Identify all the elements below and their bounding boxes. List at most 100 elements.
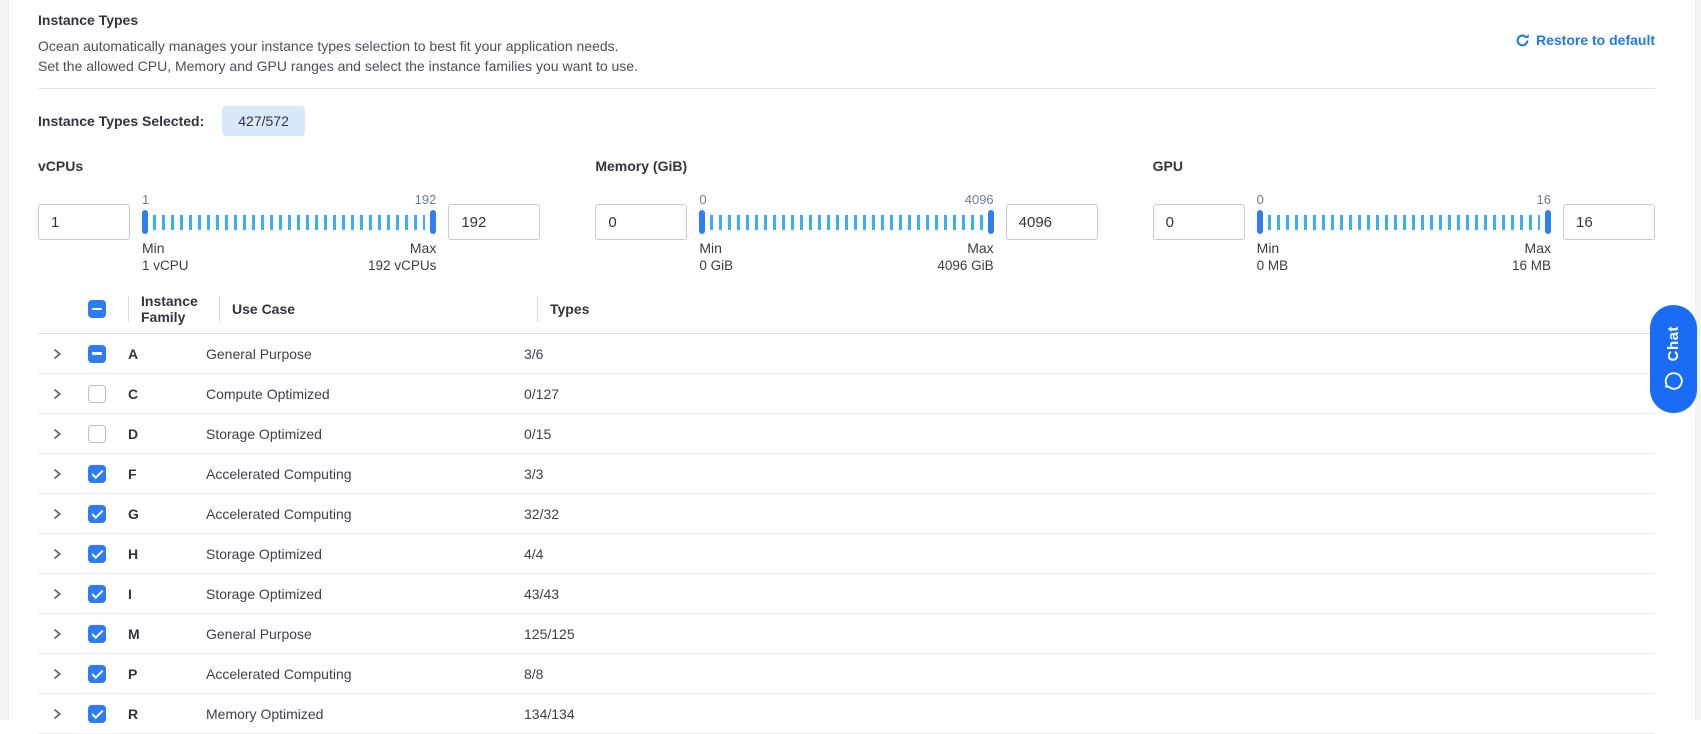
use-case-cell: Accelerated Computing xyxy=(206,666,524,682)
gpu-slider-max-handle[interactable] xyxy=(1545,210,1551,234)
types-count-cell: 3/3 xyxy=(524,466,1655,482)
panel-header: Instance Types Ocean automatically manag… xyxy=(38,8,1655,89)
gpu-scale-values: 0 16 xyxy=(1257,188,1551,210)
row-checkbox[interactable] xyxy=(88,345,106,363)
gpu-slider-group: GPU 0 16 Min Max xyxy=(1153,158,1655,273)
vcpus-slider-min-handle[interactable] xyxy=(142,210,148,234)
types-count-cell: 134/134 xyxy=(524,706,1655,722)
instance-family-cell: I xyxy=(128,586,206,602)
row-checkbox[interactable] xyxy=(88,545,106,563)
row-checkbox[interactable] xyxy=(88,505,106,523)
memory-slider-ticks xyxy=(710,215,982,230)
expand-chevron-icon[interactable] xyxy=(50,667,64,681)
row-checkbox[interactable] xyxy=(88,585,106,603)
vcpus-scale-max: 192 xyxy=(415,192,437,207)
use-case-cell: Accelerated Computing xyxy=(206,506,524,522)
memory-min-caption: Min xyxy=(699,240,722,256)
vcpus-max-input[interactable] xyxy=(448,204,540,240)
memory-label: Memory (GiB) xyxy=(595,158,1097,174)
row-checkbox[interactable] xyxy=(88,625,106,643)
header-divider xyxy=(38,88,1655,89)
row-checkbox[interactable] xyxy=(88,385,106,403)
use-case-cell: Accelerated Computing xyxy=(206,466,524,482)
vcpus-min-sublabel: 1 vCPU xyxy=(142,258,189,273)
table-row: C Compute Optimized 0/127 xyxy=(38,374,1655,414)
gpu-min-caption: Min xyxy=(1257,240,1280,256)
chat-button-label: Chat xyxy=(1665,326,1682,361)
expand-chevron-icon[interactable] xyxy=(50,427,64,441)
memory-slider-max-handle[interactable] xyxy=(988,210,994,234)
table-row: P Accelerated Computing 8/8 xyxy=(38,654,1655,694)
memory-slider-track[interactable] xyxy=(699,210,993,234)
types-count-cell: 4/4 xyxy=(524,546,1655,562)
table-row: F Accelerated Computing 3/3 xyxy=(38,454,1655,494)
instance-family-cell: F xyxy=(128,466,206,482)
table-row: A General Purpose 3/6 xyxy=(38,334,1655,374)
use-case-cell: General Purpose xyxy=(206,346,524,362)
instance-family-table: Instance Family Use Case Types A General… xyxy=(38,287,1655,734)
instance-types-panel: Instance Types Ocean automatically manag… xyxy=(38,8,1655,734)
refresh-icon xyxy=(1515,33,1530,48)
row-checkbox[interactable] xyxy=(88,465,106,483)
expand-chevron-icon[interactable] xyxy=(50,627,64,641)
vcpus-max-caption: Max xyxy=(410,240,436,256)
use-case-cell: General Purpose xyxy=(206,626,524,642)
expand-chevron-icon[interactable] xyxy=(50,347,64,361)
gpu-slider-ticks xyxy=(1268,215,1540,230)
instance-family-cell: C xyxy=(128,386,206,402)
restore-to-default-button[interactable]: Restore to default xyxy=(1515,32,1655,48)
range-sliders-section: vCPUs 1 192 Min Max xyxy=(38,158,1655,273)
gpu-slider-min-handle[interactable] xyxy=(1257,210,1263,234)
vcpus-max-sublabel: 192 vCPUs xyxy=(368,258,436,273)
expand-chevron-icon[interactable] xyxy=(50,387,64,401)
use-case-cell: Storage Optimized xyxy=(206,546,524,562)
memory-max-input[interactable] xyxy=(1006,204,1098,240)
column-separator xyxy=(128,296,129,322)
use-case-cell: Memory Optimized xyxy=(206,706,524,722)
instance-family-cell: R xyxy=(128,706,206,722)
use-case-cell: Compute Optimized xyxy=(206,386,524,402)
gpu-label: GPU xyxy=(1153,158,1655,174)
expand-chevron-icon[interactable] xyxy=(50,467,64,481)
column-header-types: Types xyxy=(550,301,589,317)
gpu-max-caption: Max xyxy=(1525,240,1551,256)
memory-scale-values: 0 4096 xyxy=(699,188,993,210)
gpu-scale-min: 0 xyxy=(1257,192,1264,207)
vcpus-scale-values: 1 192 xyxy=(142,188,436,210)
description-line-1: Ocean automatically manages your instanc… xyxy=(38,37,1655,56)
vcpus-min-input[interactable] xyxy=(38,204,130,240)
memory-slider-min-handle[interactable] xyxy=(699,210,705,234)
types-count-cell: 8/8 xyxy=(524,666,1655,682)
left-edge-strip xyxy=(0,0,9,720)
vcpus-min-caption: Min xyxy=(142,240,165,256)
chat-button[interactable]: Chat xyxy=(1650,305,1697,413)
vcpus-slider-ticks xyxy=(153,215,425,230)
vcpus-slider-group: vCPUs 1 192 Min Max xyxy=(38,158,540,273)
vcpus-slider-track[interactable] xyxy=(142,210,436,234)
selected-count-badge: 427/572 xyxy=(222,106,305,136)
table-row: R Memory Optimized 134/134 xyxy=(38,694,1655,734)
gpu-max-input[interactable] xyxy=(1563,204,1655,240)
expand-chevron-icon[interactable] xyxy=(50,507,64,521)
page-title: Instance Types xyxy=(38,8,1655,28)
instance-family-cell: P xyxy=(128,666,206,682)
table-row: I Storage Optimized 43/43 xyxy=(38,574,1655,614)
row-checkbox[interactable] xyxy=(88,665,106,683)
expand-chevron-icon[interactable] xyxy=(50,587,64,601)
gpu-slider-track[interactable] xyxy=(1257,210,1551,234)
table-header: Instance Family Use Case Types xyxy=(38,287,1655,334)
description-line-2: Set the allowed CPU, Memory and GPU rang… xyxy=(38,57,1655,76)
memory-min-sublabel: 0 GiB xyxy=(699,258,733,273)
vcpus-slider-max-handle[interactable] xyxy=(430,210,436,234)
instance-family-cell: H xyxy=(128,546,206,562)
gpu-max-sublabel: 16 MB xyxy=(1512,258,1551,273)
panel-description: Ocean automatically manages your instanc… xyxy=(38,37,1655,76)
row-checkbox[interactable] xyxy=(88,425,106,443)
table-row: D Storage Optimized 0/15 xyxy=(38,414,1655,454)
expand-chevron-icon[interactable] xyxy=(50,547,64,561)
types-count-cell: 43/43 xyxy=(524,586,1655,602)
select-all-checkbox[interactable] xyxy=(88,300,106,318)
gpu-min-input[interactable] xyxy=(1153,204,1245,240)
expand-chevron-icon[interactable] xyxy=(50,707,64,721)
memory-min-input[interactable] xyxy=(595,204,687,240)
